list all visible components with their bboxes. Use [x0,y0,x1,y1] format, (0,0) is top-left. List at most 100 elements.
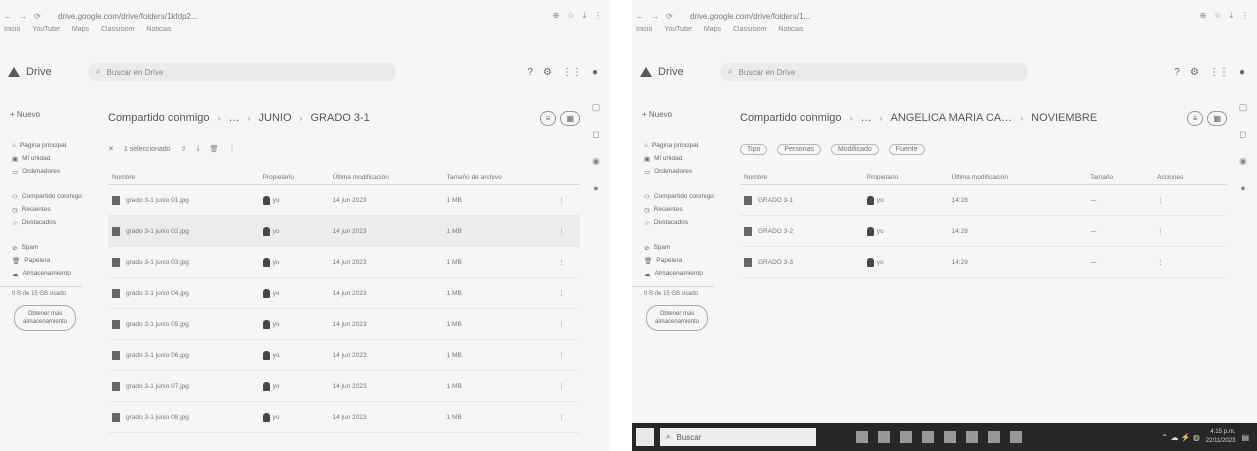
contacts-icon[interactable]: ● [593,183,598,193]
filter-chip[interactable]: Tipo [740,143,768,155]
taskbar-search[interactable]: ⌕ Buscar [660,428,816,446]
bookmark[interactable]: Inicio [4,26,20,40]
contacts-icon[interactable]: ● [1240,183,1245,193]
bookmark[interactable]: Noticias [778,26,803,40]
table-row[interactable]: grado 3-1 junio 03.jpg yo 14 jun 2023 1 MB ⋮ [108,246,580,278]
app-icon[interactable] [856,431,868,443]
new-button[interactable]: + Nuevo [10,110,82,119]
header-icons[interactable]: ? ⚙ ⋮⋮ ● [1174,67,1257,78]
bookmark[interactable]: Maps [704,26,721,40]
new-button[interactable]: + Nuevo [642,110,714,119]
sidebar-item[interactable]: ◷ Recientes [632,203,714,216]
view-toggle[interactable]: ≡ ▦ [539,110,580,126]
column-header[interactable]: Propietario [862,170,948,185]
notification-icon[interactable]: ▤ [1241,433,1249,442]
table-row[interactable]: grado 3-1 junio 02.jpg yo 14 jun 2023 1 MB ⋮ [108,215,580,247]
crumb[interactable]: JUNIO [259,112,292,124]
sidebar-item[interactable]: ▭ Ordenadores [0,165,82,178]
drive-logo[interactable]: Drive [632,66,700,78]
tasks-icon[interactable]: ◉ [1239,156,1247,167]
storage-button[interactable]: Obtener más almacenamiento [14,305,76,331]
close-icon[interactable]: ✕ [108,145,114,153]
header-icons[interactable]: ? ⚙ ⋮⋮ ● [527,67,610,78]
sidebar-item[interactable]: ⌂ Página principal [632,139,714,152]
tray-icons[interactable]: ⌃ ☁ ⚡ ◍ [1162,433,1200,442]
column-header[interactable]: Última modificación [328,170,443,185]
sidebar-item[interactable]: ☁ Almacenamiento [632,267,714,280]
address-bar[interactable]: drive.google.com/drive/folders/1kfdp2... [58,12,512,21]
app-icon[interactable] [878,431,890,443]
keep-icon[interactable]: ◻ [1239,129,1246,140]
table-row[interactable]: grado 3-1 junio 04.jpg yo 14 jun 2023 1 MB ⋮ [108,277,580,309]
table-row[interactable]: grado 3-1 junio 06.jpg yo 14 jun 2023 1 MB ⋮ [108,339,580,371]
share-icon[interactable]: ⇪ [181,145,187,153]
search-input[interactable]: ⌕ Buscar en Drive [88,63,396,81]
crumb[interactable]: Compartido conmigo [108,112,210,124]
crumb[interactable]: ANGELICA MARIA CA… [891,112,1013,124]
sidebar-item[interactable]: ☆ Destacados [0,216,82,229]
app-icon[interactable] [922,431,934,443]
crumb[interactable]: NOVIEMBRE [1031,112,1097,124]
app-icon[interactable] [944,431,956,443]
sidebar-item[interactable]: ⚇ Compartido conmigo [0,190,82,203]
sidebar-item[interactable]: ⚇ Compartido conmigo [632,190,714,203]
storage-button[interactable]: Obtener más almacenamiento [646,305,708,331]
app-icon[interactable] [988,431,1000,443]
column-header[interactable]: Nombre [740,170,863,185]
table-row[interactable]: grado 3-1 junio 08.jpg yo 14 jun 2023 1 MB ⋮ [108,401,580,433]
app-icon[interactable] [966,431,978,443]
sidebar-item[interactable]: ☆ Destacados [632,216,714,229]
windows-start-icon[interactable] [636,428,654,446]
bookmark[interactable]: YouTube [664,26,692,40]
app-icon[interactable] [900,431,912,443]
tasks-icon[interactable]: ◉ [592,156,600,167]
table-row[interactable]: GRADO 3-1 yo 14:28— ⋮ [740,184,1227,216]
sidebar-item[interactable]: ⌂ Página principal [0,139,82,152]
download-icon[interactable]: ⤓ [196,145,199,153]
table-row[interactable]: GRADO 3-2 yo 14:28— ⋮ [740,215,1227,247]
sidebar-item[interactable]: 🗑 Papelera [632,254,714,267]
browser-actions[interactable]: ⊕ ☆ ⤓ ⋮ [1159,11,1257,21]
sidebar-item[interactable]: ⊘ Spam [0,241,82,254]
crumb[interactable]: … [229,112,240,124]
browser-actions[interactable]: ⊕ ☆ ⤓ ⋮ [512,11,610,21]
filter-chip[interactable]: Personas [777,143,821,155]
sidebar-item[interactable]: ☁ Almacenamiento [0,267,82,280]
bookmark[interactable]: YouTube [32,26,60,40]
bookmark[interactable]: Inicio [636,26,652,40]
sidebar-item[interactable]: ▭ Ordenadores [632,165,714,178]
keep-icon[interactable]: ◻ [592,129,599,140]
sidebar-item[interactable]: ▣ Mi unidad [0,152,82,165]
view-toggle[interactable]: ≡ ▦ [1186,110,1227,126]
column-header[interactable]: Tamaño [1086,170,1153,185]
crumb[interactable]: GRADO 3-1 [311,112,370,124]
bookmark[interactable]: Classroom [733,26,766,40]
more-icon[interactable]: ⋮ [228,145,235,153]
nav-buttons[interactable]: ← → ⟳ [632,12,690,21]
crumb[interactable]: … [861,112,872,124]
bookmark[interactable]: Classroom [101,26,134,40]
table-row[interactable]: grado 3-1 junio 07.jpg yo 14 jun 2023 1 MB ⋮ [108,370,580,402]
calendar-icon[interactable]: ▢ [1239,102,1248,113]
column-header[interactable]: Propietario [258,170,329,185]
table-row[interactable]: GRADO 3-3 yo 14:29— ⋮ [740,246,1227,278]
trash-icon[interactable]: 🗑 [210,145,219,153]
column-header[interactable]: Nombre [108,170,259,185]
table-row[interactable]: grado 3-1 junio 05.jpg yo 14 jun 2023 1 MB ⋮ [108,308,580,340]
sidebar-item[interactable]: ▣ Mi unidad [632,152,714,165]
sidebar-item[interactable]: ⊘ Spam [632,241,714,254]
address-bar[interactable]: drive.google.com/drive/folders/1... [690,12,1159,21]
drive-logo[interactable]: Drive [0,66,68,78]
clock[interactable]: 4:15 p.m. 22/11/2023 [1206,428,1236,446]
filter-chip[interactable]: Modificado [830,143,879,155]
app-icon[interactable] [1010,431,1022,443]
table-row[interactable]: grado 3-1 junio 01.jpg yo 14 jun 2023 1 MB ⋮ [108,184,580,216]
column-header[interactable]: Última modificación [947,170,1087,185]
bookmark[interactable]: Noticias [146,26,171,40]
sidebar-item[interactable]: ◷ Recientes [0,203,82,216]
search-input[interactable]: ⌕ Buscar en Drive [720,63,1028,81]
column-header[interactable]: Tamaño de archivo [442,170,555,185]
crumb[interactable]: Compartido conmigo [740,112,842,124]
bookmark[interactable]: Maps [72,26,89,40]
filter-chip[interactable]: Fuente [888,143,925,155]
